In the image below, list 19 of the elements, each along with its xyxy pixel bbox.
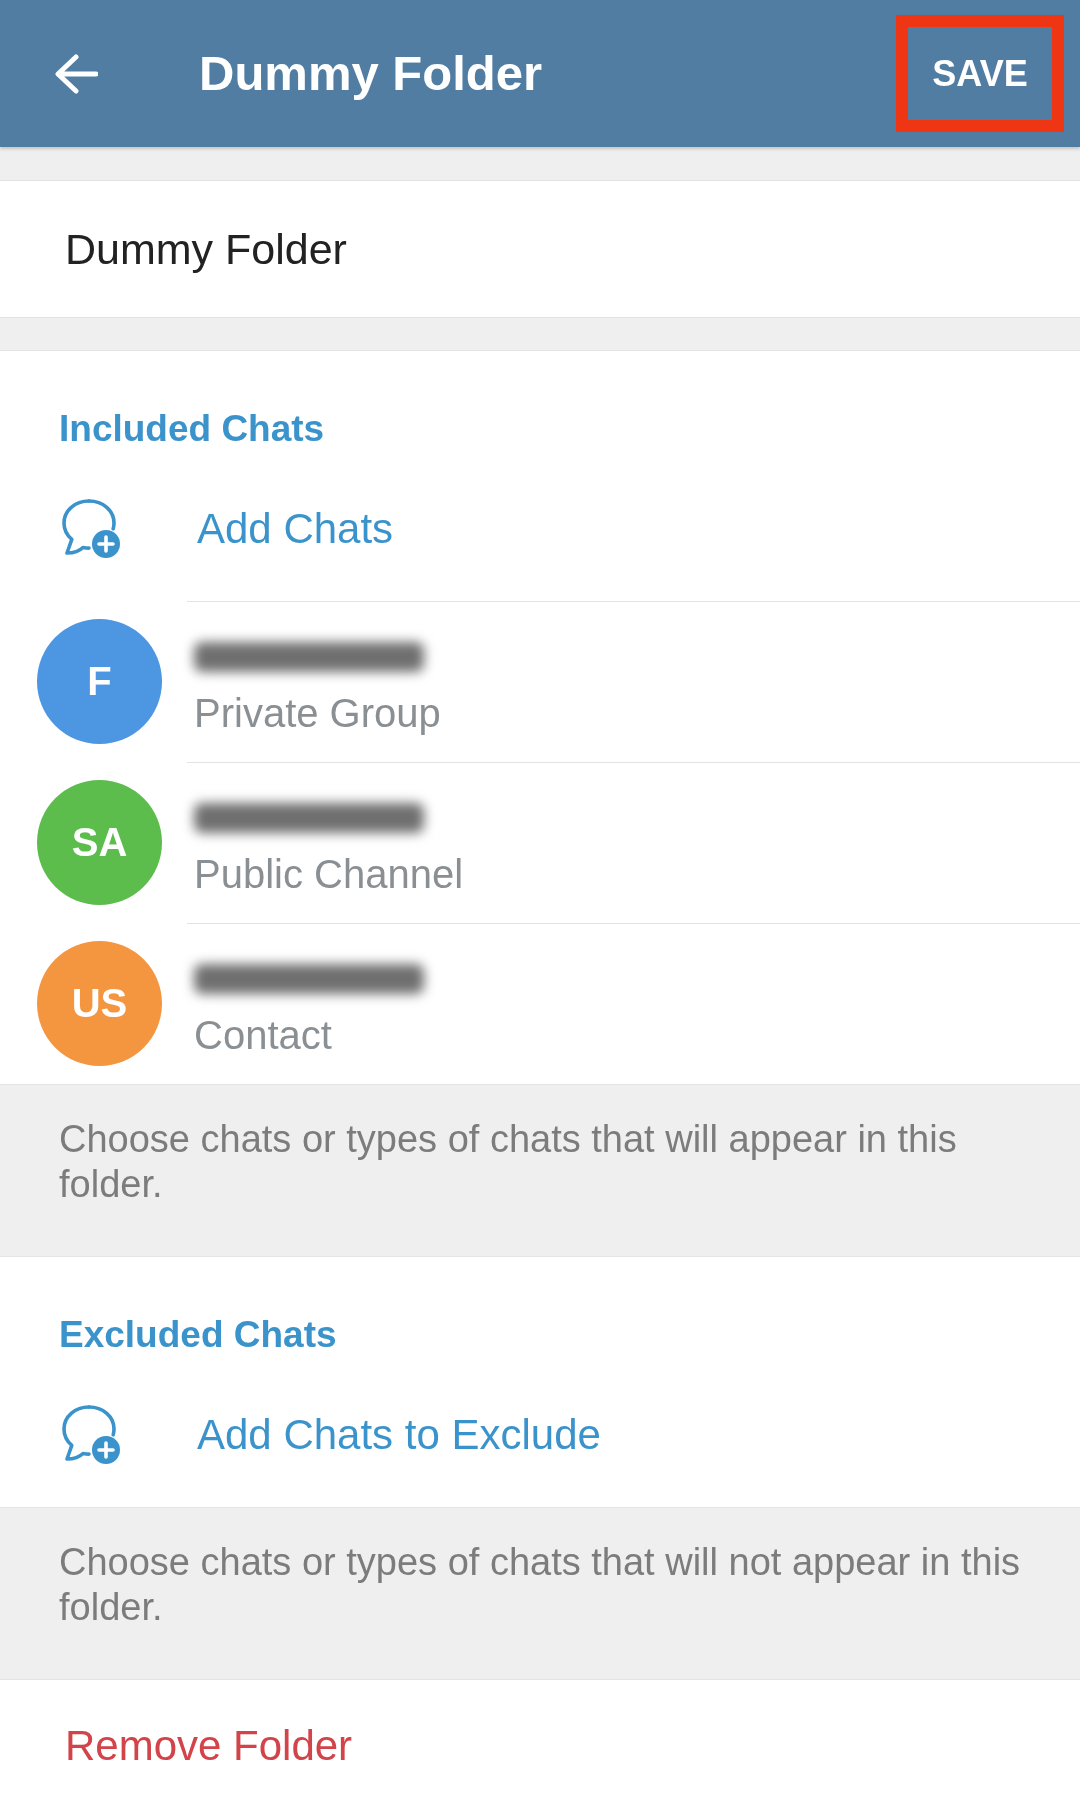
section-heading: Excluded Chats (59, 1313, 337, 1357)
folder-name-field[interactable]: Dummy Folder (0, 180, 1080, 318)
screen-title: Dummy Folder (199, 45, 544, 103)
avatar: US (37, 941, 162, 1066)
chat-add-icon (59, 1403, 123, 1467)
hint-text: Choose chats or types of chats that will not appear in this folder. (59, 1540, 1022, 1630)
save-button[interactable]: SAVE (896, 15, 1064, 132)
avatar: SA (37, 780, 162, 905)
back-arrow-icon (54, 53, 98, 94)
section-heading: Included Chats (59, 407, 325, 451)
avatar: F (37, 619, 162, 744)
hint-text: Choose chats or types of chats that will appear in this folder. (59, 1117, 958, 1207)
add-chats-button[interactable]: Add Chats (0, 457, 1080, 601)
chat-add-icon (59, 497, 123, 561)
add-chats-button[interactable]: Add Chats to Exclude (0, 1363, 1080, 1507)
chat-type: Contact (194, 1012, 332, 1058)
chat-type: Public Channel (194, 851, 464, 897)
remove-folder-button[interactable]: Remove Folder (65, 1724, 353, 1768)
chat-type: Private Group (194, 690, 441, 736)
